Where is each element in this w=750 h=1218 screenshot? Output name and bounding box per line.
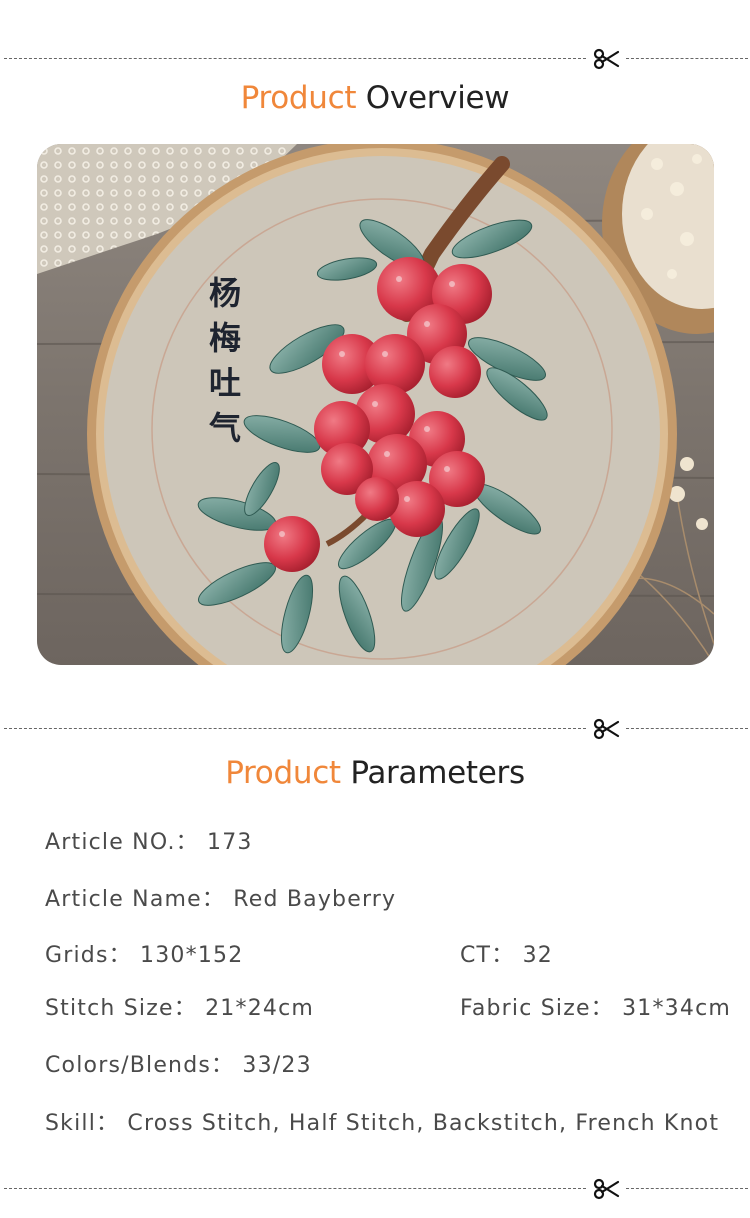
article-name: Article Name： Red Bayberry [45,887,397,912]
dashed-line [4,728,586,729]
stitch-size: Stitch Size： 21*24cm [45,996,315,1021]
ct: CT： 32 [460,943,553,968]
skill: Skill： Cross Stitch, Half Stitch, Backst… [45,1111,720,1136]
scissors-icon [593,48,620,70]
divider-middle [0,717,750,741]
grids: Grids： 130*152 [45,943,244,968]
parameters-heading: Product Parameters [0,755,750,791]
colors-blends: Colors/Blends： 33/23 [45,1053,312,1078]
divider-top [0,47,750,71]
scissors-icon [593,718,620,740]
heading-accent: Product [225,755,341,791]
article-number: Article NO.： 173 [45,830,253,855]
dashed-line [4,1188,586,1189]
chinese-char: 气 [209,409,241,447]
product-photo: 杨 梅 吐 气 [37,144,714,665]
scissors-icon [593,1178,620,1200]
dashed-line [626,728,748,729]
dashed-line [626,58,748,59]
fabric-size: Fabric Size： 31*34cm [460,996,731,1021]
heading-accent: Product [240,80,357,116]
divider-bottom [0,1177,750,1201]
overview-heading: Product Overview [0,80,750,116]
heading-text: Parameters [350,755,525,791]
dashed-line [626,1188,748,1189]
chinese-char: 吐 [209,364,241,402]
heading-text: Overview [365,80,510,116]
chinese-char: 梅 [209,319,241,357]
chinese-char: 杨 [209,274,241,312]
dashed-line [4,58,586,59]
